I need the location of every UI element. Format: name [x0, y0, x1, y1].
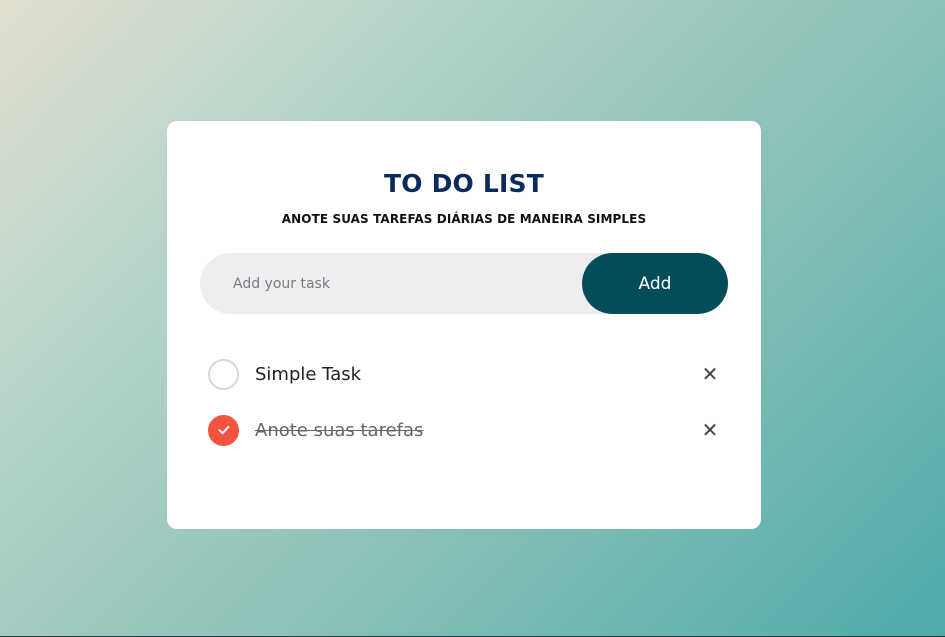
task-text[interactable]: Anote suas tarefas: [255, 420, 423, 441]
close-icon[interactable]: ✕: [700, 362, 720, 386]
task-input[interactable]: [200, 253, 582, 314]
task-text[interactable]: Simple Task: [255, 364, 361, 385]
todo-card: TO DO LIST ANOTE SUAS TAREFAS DIÁRIAS DE…: [167, 121, 761, 529]
page-subtitle: ANOTE SUAS TAREFAS DIÁRIAS DE MANEIRA SI…: [281, 212, 647, 226]
task-list: Simple Task ✕ Anote suas tarefas ✕: [208, 346, 720, 458]
task-checkbox-checked[interactable]: [208, 414, 239, 446]
checkmark-icon: [218, 425, 229, 435]
page-title: TO DO LIST: [383, 169, 544, 198]
add-button[interactable]: Add: [582, 253, 728, 314]
task-item: Simple Task ✕: [208, 346, 720, 402]
task-item: Anote suas tarefas ✕: [208, 402, 720, 458]
task-checkbox[interactable]: [208, 358, 239, 390]
task-input-row: Add: [200, 253, 728, 314]
close-icon[interactable]: ✕: [700, 418, 720, 442]
